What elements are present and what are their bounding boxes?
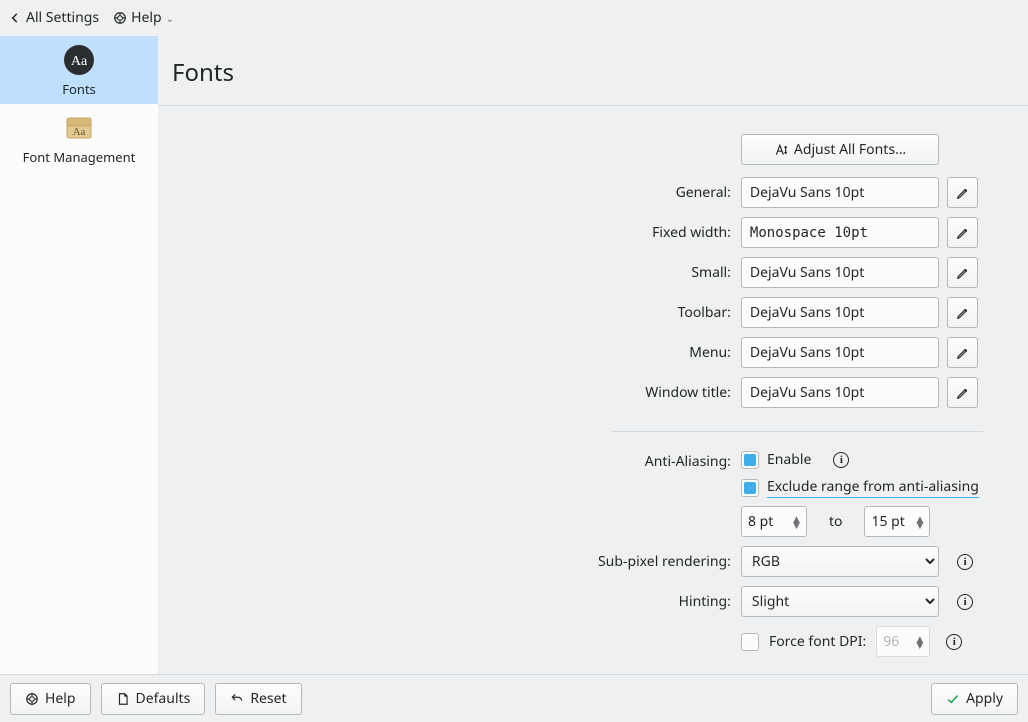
footer: Help Defaults Reset Apply bbox=[0, 674, 1028, 722]
force-dpi-spin: 96 ▲▼ bbox=[876, 626, 930, 657]
footer-apply-label: Apply bbox=[966, 689, 1003, 708]
force-dpi-checkbox[interactable] bbox=[741, 633, 759, 651]
sidebar: Aa Fonts Aa Font Management bbox=[0, 36, 158, 674]
adjust-all-fonts-button[interactable]: Adjust All Fonts… bbox=[741, 134, 939, 165]
pencil-icon bbox=[956, 306, 970, 320]
small-label: Small: bbox=[203, 263, 741, 282]
footer-reset-label: Reset bbox=[250, 689, 286, 708]
menu-label: Menu: bbox=[203, 343, 741, 362]
undo-icon bbox=[230, 692, 244, 706]
spin-arrows-icon: ▲▼ bbox=[916, 636, 923, 648]
page-title: Fonts bbox=[158, 36, 1028, 106]
font-management-icon: Aa bbox=[63, 112, 95, 144]
sidebar-item-label: Font Management bbox=[23, 148, 136, 166]
adjust-all-fonts-label: Adjust All Fonts… bbox=[794, 140, 906, 159]
fonts-icon: Aa bbox=[63, 44, 95, 76]
info-icon[interactable]: i bbox=[833, 452, 849, 468]
info-icon[interactable]: i bbox=[957, 594, 973, 610]
general-label: General: bbox=[203, 183, 741, 202]
pencil-icon bbox=[956, 266, 970, 280]
menu-font-field[interactable]: DejaVu Sans 10pt bbox=[741, 337, 939, 368]
fixed-font-field[interactable]: Monospace 10pt bbox=[741, 217, 939, 248]
svg-text:Aa: Aa bbox=[71, 54, 88, 69]
footer-apply-button[interactable]: Apply bbox=[931, 683, 1018, 715]
sidebar-item-font-management[interactable]: Aa Font Management bbox=[0, 104, 158, 172]
footer-defaults-label: Defaults bbox=[136, 689, 191, 708]
aa-from-spin[interactable]: 8 pt ▲▼ bbox=[741, 506, 807, 537]
chevron-left-icon bbox=[8, 11, 22, 25]
aa-exclude-label[interactable]: Exclude range from anti-aliasing bbox=[767, 477, 979, 498]
help-menu[interactable]: Help ⌄ bbox=[113, 8, 174, 27]
aa-to-spin[interactable]: 15 pt ▲▼ bbox=[864, 506, 930, 537]
toolbar-font-field[interactable]: DejaVu Sans 10pt bbox=[741, 297, 939, 328]
menu-font-choose-button[interactable] bbox=[947, 337, 978, 368]
footer-reset-button[interactable]: Reset bbox=[215, 683, 301, 715]
font-adjust-icon bbox=[774, 143, 788, 157]
general-font-field[interactable]: DejaVu Sans 10pt bbox=[741, 177, 939, 208]
help-ring-icon bbox=[25, 692, 39, 706]
spin-arrows-icon[interactable]: ▲▼ bbox=[793, 516, 800, 528]
all-settings-back[interactable]: All Settings bbox=[8, 8, 99, 27]
aa-label: Anti-Aliasing: bbox=[203, 450, 741, 471]
toolbar-label: Toolbar: bbox=[203, 303, 741, 322]
all-settings-label: All Settings bbox=[26, 8, 99, 27]
document-icon bbox=[116, 692, 130, 706]
general-font-choose-button[interactable] bbox=[947, 177, 978, 208]
subpixel-label: Sub-pixel rendering: bbox=[203, 552, 741, 571]
hinting-label: Hinting: bbox=[203, 592, 741, 611]
info-icon[interactable]: i bbox=[957, 554, 973, 570]
pencil-icon bbox=[956, 386, 970, 400]
aa-to-label: to bbox=[829, 512, 843, 531]
sidebar-item-label: Fonts bbox=[62, 80, 96, 98]
top-toolbar: All Settings Help ⌄ bbox=[0, 0, 1028, 36]
svg-text:Aa: Aa bbox=[73, 126, 86, 138]
footer-help-button[interactable]: Help bbox=[10, 683, 91, 715]
pencil-icon bbox=[956, 226, 970, 240]
aa-enable-label: Enable bbox=[767, 450, 811, 469]
chevron-down-icon: ⌄ bbox=[166, 11, 174, 25]
fixed-label: Fixed width: bbox=[203, 223, 741, 242]
aa-exclude-checkbox[interactable] bbox=[741, 479, 759, 497]
info-icon[interactable]: i bbox=[946, 634, 962, 650]
small-font-choose-button[interactable] bbox=[947, 257, 978, 288]
windowtitle-font-field[interactable]: DejaVu Sans 10pt bbox=[741, 377, 939, 408]
pencil-icon bbox=[956, 346, 970, 360]
spin-arrows-icon[interactable]: ▲▼ bbox=[917, 516, 924, 528]
toolbar-font-choose-button[interactable] bbox=[947, 297, 978, 328]
windowtitle-font-choose-button[interactable] bbox=[947, 377, 978, 408]
help-menu-label: Help bbox=[131, 8, 162, 27]
help-ring-icon bbox=[113, 11, 127, 25]
hinting-select[interactable]: Slight bbox=[741, 586, 939, 617]
force-dpi-label: Force font DPI: bbox=[769, 632, 866, 651]
windowtitle-label: Window title: bbox=[203, 383, 741, 402]
pencil-icon bbox=[956, 186, 970, 200]
footer-help-label: Help bbox=[45, 689, 76, 708]
subpixel-select[interactable]: RGB bbox=[741, 546, 939, 577]
check-icon bbox=[946, 692, 960, 706]
sidebar-item-fonts[interactable]: Aa Fonts bbox=[0, 36, 158, 104]
aa-enable-checkbox[interactable] bbox=[741, 451, 759, 469]
footer-defaults-button[interactable]: Defaults bbox=[101, 683, 206, 715]
small-font-field[interactable]: DejaVu Sans 10pt bbox=[741, 257, 939, 288]
fixed-font-choose-button[interactable] bbox=[947, 217, 978, 248]
